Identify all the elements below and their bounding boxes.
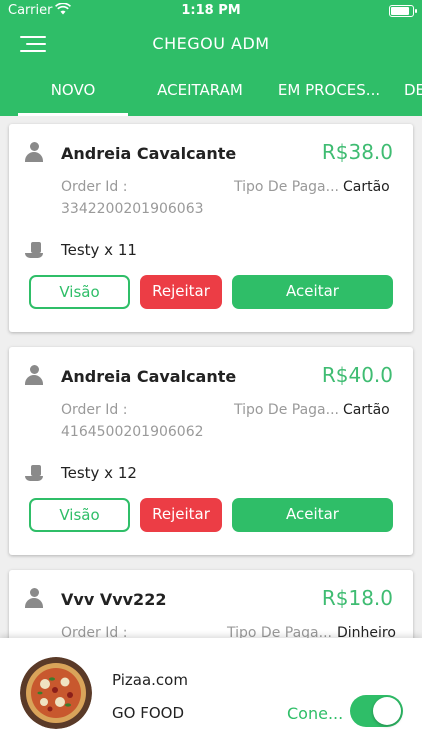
order-price: R$38.0	[321, 140, 393, 164]
payment-type-value: Cartão	[343, 402, 390, 418]
order-price: R$40.0	[321, 363, 393, 387]
accept-button[interactable]: Aceitar	[232, 498, 393, 532]
tab-bar: NOVO ACEITARAM EM PROCES... DE	[0, 78, 422, 116]
order-id-value: 3342200201906063	[61, 201, 204, 217]
person-icon	[25, 588, 43, 608]
order-id-value: 4164500201906062	[61, 424, 204, 440]
pizza-logo-image	[20, 657, 92, 729]
delivery-bag-icon	[25, 240, 45, 260]
connection-toggle[interactable]	[350, 695, 403, 727]
status-bar: Carrier 1:18 PM	[0, 0, 422, 22]
store-type: GO FOOD	[112, 704, 184, 722]
tab-aceitaram[interactable]: ACEITARAM	[143, 78, 257, 116]
reject-button[interactable]: Rejeitar	[140, 498, 222, 532]
order-price: R$18.0	[321, 586, 393, 610]
person-icon	[25, 365, 43, 385]
person-icon	[25, 142, 43, 162]
order-item: Testy x 11	[61, 241, 137, 259]
order-card: Andreia Cavalcante R$40.0 Order Id : 416…	[9, 347, 413, 555]
view-button[interactable]: Visão	[29, 275, 130, 309]
battery-icon	[389, 5, 417, 17]
customer-name: Andreia Cavalcante	[61, 144, 237, 163]
store-name: Pizaa.com	[112, 671, 188, 689]
page-title: CHEGOU ADM	[152, 34, 270, 53]
app-header: Carrier 1:18 PM CHEGOU ADM NOVO ACEITARA…	[0, 0, 422, 116]
view-button[interactable]: Visão	[29, 498, 130, 532]
payment-type-value: Cartão	[343, 179, 390, 195]
tab-em-processo[interactable]: EM PROCES...	[271, 78, 387, 116]
accept-button[interactable]: Aceitar	[232, 275, 393, 309]
customer-name: Andreia Cavalcante	[61, 367, 237, 386]
order-card: Andreia Cavalcante R$38.0 Order Id : 334…	[9, 124, 413, 332]
order-id-label: Order Id :	[61, 402, 128, 418]
reject-button[interactable]: Rejeitar	[140, 275, 222, 309]
order-id-label: Order Id :	[61, 179, 128, 195]
payment-type-label: Tipo De Paga...	[234, 179, 339, 195]
tab-novo[interactable]: NOVO	[18, 78, 128, 116]
payment-type-label: Tipo De Paga...	[234, 402, 339, 418]
store-status-bar: Pizaa.com GO FOOD Cone...	[0, 638, 422, 750]
delivery-bag-icon	[25, 463, 45, 483]
customer-name: Vvv Vvv222	[61, 590, 167, 609]
connection-label: Cone...	[287, 704, 344, 723]
order-item: Testy x 12	[61, 464, 137, 482]
tab-partial[interactable]: DE	[404, 78, 422, 116]
clock: 1:18 PM	[181, 3, 241, 18]
